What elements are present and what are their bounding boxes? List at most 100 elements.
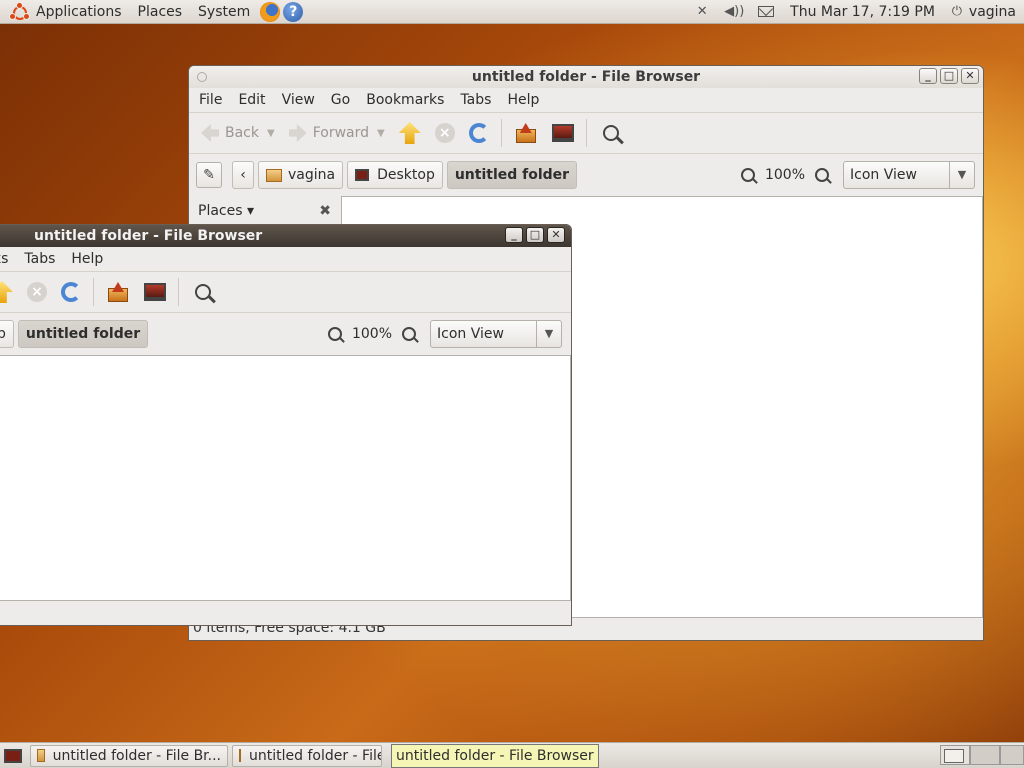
search-button[interactable]: [187, 276, 215, 308]
taskbar-item-label: untitled folder - File: [249, 747, 382, 764]
menu-bar: File Edit View Go Bookmarks Tabs Help: [189, 88, 983, 113]
stop-button[interactable]: ×: [23, 276, 51, 308]
window-titlebar[interactable]: untitled folder - File Browser _ □ ✕: [189, 66, 983, 88]
maximize-button[interactable]: □: [526, 227, 544, 243]
clock[interactable]: Thu Mar 17, 7:19 PM: [782, 0, 943, 24]
reload-icon: [468, 123, 489, 143]
firefox-icon[interactable]: [260, 1, 281, 22]
forward-history-icon[interactable]: ▼: [377, 128, 385, 139]
user-name[interactable]: vagina: [967, 0, 1024, 24]
network-icon[interactable]: ✕: [692, 4, 712, 19]
menu-bookmarks[interactable]: ks: [0, 251, 16, 267]
window-titlebar[interactable]: untitled folder - File Browser _ □ ✕: [0, 225, 571, 247]
taskbar-item[interactable]: untitled folder - File Br...: [30, 744, 228, 767]
window-title: untitled folder - File Browser: [471, 69, 701, 85]
menu-file[interactable]: File: [189, 92, 230, 108]
home-button[interactable]: [102, 276, 134, 308]
places-dropdown[interactable]: Places ▾: [189, 203, 254, 219]
close-button[interactable]: ✕: [547, 227, 565, 243]
computer-icon: [144, 283, 166, 301]
help-icon[interactable]: ?: [283, 1, 304, 22]
up-arrow-icon: [398, 122, 421, 144]
menu-tabs[interactable]: Tabs: [16, 251, 63, 267]
file-view[interactable]: [0, 355, 571, 601]
menu-tabs[interactable]: Tabs: [452, 92, 499, 108]
back-history-icon[interactable]: ▼: [267, 128, 275, 139]
minimize-button[interactable]: _: [505, 227, 523, 243]
path-button-desktop[interactable]: Desktop: [347, 161, 443, 189]
zoom-in-icon[interactable]: [815, 168, 829, 182]
window-title: untitled folder - File Browser: [34, 228, 263, 244]
applications-menu[interactable]: Applications: [28, 0, 130, 24]
chevron-down-icon: ▼: [949, 162, 974, 188]
power-icon[interactable]: ⏻: [947, 4, 967, 19]
window-menu-icon[interactable]: [197, 72, 207, 82]
system-menu[interactable]: System: [190, 0, 258, 24]
search-icon: [195, 284, 211, 300]
back-button[interactable]: Back ▼: [197, 117, 279, 149]
path-scroll-left-button[interactable]: ‹: [232, 161, 254, 189]
forward-button[interactable]: Forward ▼: [285, 117, 389, 149]
path-label: vagina: [288, 167, 336, 183]
show-desktop-icon[interactable]: [4, 748, 22, 763]
close-sidebar-icon[interactable]: ✖: [319, 203, 331, 219]
view-mode-value: Icon View: [437, 326, 504, 342]
zoom-out-icon[interactable]: [740, 168, 755, 182]
minimize-button[interactable]: _: [919, 68, 937, 84]
forward-arrow-icon: [288, 124, 307, 142]
path-button-current[interactable]: untitled folder: [446, 161, 578, 189]
path-label: untitled folder: [25, 326, 141, 342]
path-button-desktop[interactable]: p: [0, 320, 14, 348]
home-folder-icon: [514, 123, 538, 143]
menu-help[interactable]: Help: [63, 251, 111, 267]
up-button[interactable]: [0, 276, 17, 308]
folder-icon: [239, 749, 241, 762]
toolbar-separator: [93, 278, 94, 306]
menu-go[interactable]: Go: [323, 92, 358, 108]
computer-button[interactable]: [140, 276, 170, 308]
path-label: untitled folder: [454, 167, 570, 183]
toolbar: Back ▼ Forward ▼ ×: [189, 113, 983, 154]
search-icon: [602, 125, 619, 141]
reload-button[interactable]: [465, 117, 493, 149]
file-browser-window-front: untitled folder - File Browser _ □ ✕ ks …: [0, 224, 572, 626]
zoom-in-icon[interactable]: [402, 327, 416, 341]
desktop-icon: [355, 169, 370, 181]
back-arrow-icon: [201, 124, 219, 142]
workspace-2[interactable]: [970, 745, 1000, 765]
computer-button[interactable]: [548, 117, 578, 149]
maximize-button[interactable]: □: [940, 68, 958, 84]
path-button-current[interactable]: untitled folder: [17, 320, 149, 348]
up-button[interactable]: [395, 117, 425, 149]
places-menu[interactable]: Places: [130, 0, 191, 24]
back-label: Back: [225, 125, 259, 141]
taskbar-item[interactable]: untitled folder - File: [232, 744, 382, 767]
stop-icon: ×: [27, 282, 47, 302]
mail-icon[interactable]: [758, 6, 775, 17]
menu-bookmarks[interactable]: Bookmarks: [358, 92, 452, 108]
zoom-out-icon[interactable]: [327, 327, 342, 341]
reload-button[interactable]: [57, 276, 85, 308]
view-mode-select[interactable]: Icon View ▼: [430, 320, 562, 348]
ubuntu-logo-icon[interactable]: [9, 1, 30, 21]
volume-icon[interactable]: ◀)): [724, 4, 744, 19]
search-button[interactable]: [595, 117, 623, 149]
view-mode-select[interactable]: Icon View ▼: [843, 161, 975, 189]
edit-location-button[interactable]: ✎: [196, 162, 222, 188]
path-button-home[interactable]: vagina: [258, 161, 344, 189]
workspace-3[interactable]: [1000, 745, 1024, 765]
menu-edit[interactable]: Edit: [230, 92, 273, 108]
toolbar-separator: [178, 278, 179, 306]
toolbar-separator: [585, 119, 587, 147]
menu-help[interactable]: Help: [499, 92, 547, 108]
workspace-1[interactable]: [940, 745, 970, 765]
home-button[interactable]: [510, 117, 542, 149]
workspace-window-thumbnail: [944, 749, 964, 763]
close-button[interactable]: ✕: [961, 68, 979, 84]
view-mode-value: Icon View: [850, 167, 917, 183]
location-bar: p untitled folder 100% Icon View ▼: [0, 313, 571, 355]
up-arrow-icon: [0, 281, 13, 303]
menu-view[interactable]: View: [274, 92, 323, 108]
stop-button[interactable]: ×: [431, 117, 459, 149]
folder-icon: [37, 749, 45, 762]
